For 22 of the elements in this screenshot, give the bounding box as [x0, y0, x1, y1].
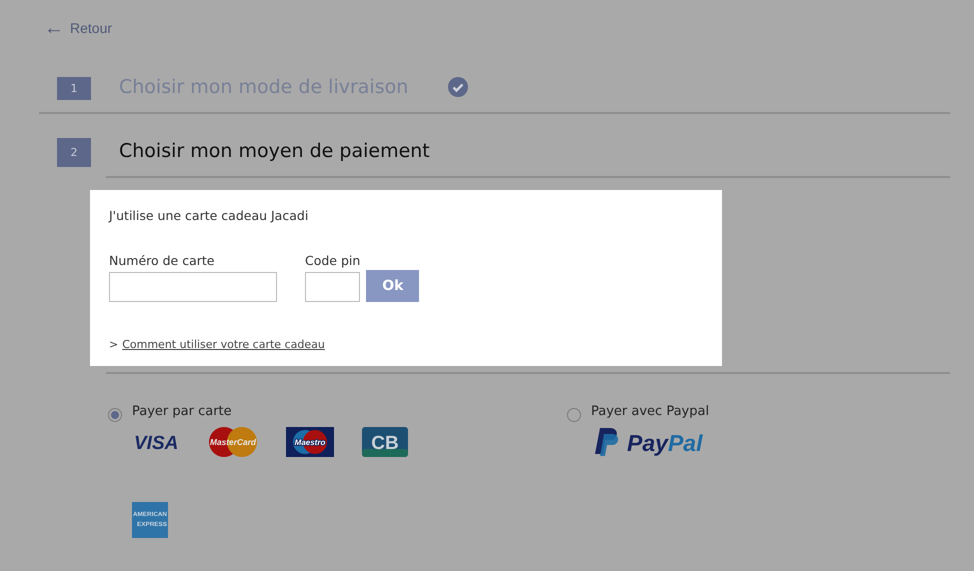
card-number-field[interactable] [109, 272, 277, 302]
help-link[interactable]: Comment utiliser votre carte cadeau [122, 338, 325, 351]
ok-button[interactable]: Ok [366, 270, 420, 302]
pin-field[interactable] [305, 272, 360, 302]
step-header[interactable]: Choisir mon moyen de paiement [106, 126, 950, 178]
step-title: Choisir mon moyen de paiement [119, 140, 430, 162]
card-logo: MasterCard [208, 426, 258, 458]
field-label: Numéro de carte [109, 253, 216, 268]
step-number: 1 [57, 76, 91, 100]
payment-option-label: Payer par carte [132, 404, 232, 418]
radio-button[interactable] [567, 408, 581, 422]
field-label: Code pin [305, 253, 360, 268]
chevron-text: > [109, 338, 118, 351]
back-link[interactable]: ← Retour [44, 18, 112, 38]
step-number: 2 [57, 138, 91, 166]
paypal-logo: PayPal [591, 426, 715, 458]
card-logo: CB [362, 427, 408, 457]
card-logo: VISA [132, 430, 180, 454]
payment-option-label: Payer avec Paypal [591, 404, 710, 418]
back-arrow-icon: ← [44, 18, 64, 38]
dialog-title: J'utilise une carte cadeau Jacadi [109, 208, 310, 223]
radio-button[interactable] [108, 408, 122, 422]
